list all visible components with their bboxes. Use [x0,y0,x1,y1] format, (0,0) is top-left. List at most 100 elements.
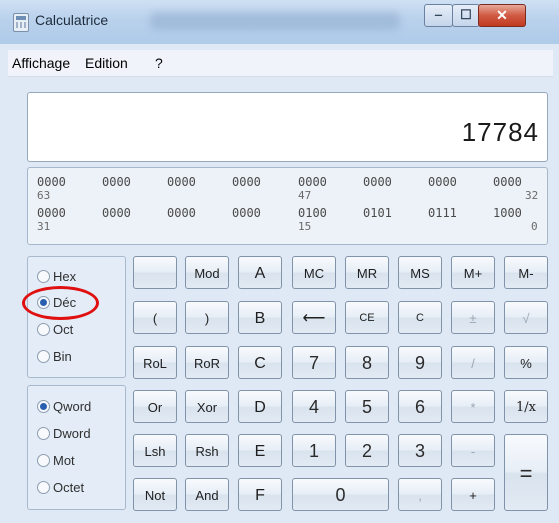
menu-affichage[interactable]: Affichage [12,55,70,71]
bit-group: 0111 [428,206,457,220]
bit-group: 1000 [493,206,522,220]
binary-bit-display: 0000 0000 0000 0000 0000 0000 0000 0000 … [27,167,548,245]
radio-qword[interactable]: Qword [37,398,91,418]
multiply-button[interactable]: * [451,390,495,423]
close-icon: ✕ [496,7,508,23]
title-bar[interactable]: Calculatrice ‒ ☐ ✕ [0,0,559,44]
digit-4-button[interactable]: 4 [292,390,336,423]
bit-group: 0000 [167,175,196,189]
maximize-button[interactable]: ☐ [452,4,480,27]
subtract-button[interactable]: - [451,434,495,467]
display-value: 17784 [461,117,539,147]
bit-group: 0000 [298,175,327,189]
digit-1-button[interactable]: 1 [292,434,336,467]
digit-5-button[interactable]: 5 [345,390,389,423]
xor-button[interactable]: Xor [185,390,229,423]
bit-position-label: 31 [37,220,51,233]
ror-button[interactable]: RoR [185,346,229,379]
open-paren-button[interactable]: ( [133,301,177,334]
ms-button[interactable]: MS [398,256,442,289]
lsh-button[interactable]: Lsh [133,434,177,467]
equals-button[interactable]: = [504,434,548,511]
bit-position-label: 32 [525,189,539,202]
radio-dword[interactable]: Dword [37,425,91,445]
blurred-title-region [150,12,400,30]
bit-position-label: 15 [298,220,312,233]
calculator-app-icon [13,13,29,32]
digit-6-button[interactable]: 6 [398,390,442,423]
and-button[interactable]: And [185,478,229,511]
hex-a-button[interactable]: A [238,256,282,289]
bit-group: 0000 [363,175,392,189]
blank-button[interactable] [133,256,177,289]
add-button[interactable]: + [451,478,495,511]
bit-group: 0000 [102,206,131,220]
rol-button[interactable]: RoL [133,346,177,379]
hex-f-button[interactable]: F [238,478,282,511]
radio-button-icon [37,427,50,441]
window-title: Calculatrice [35,12,109,28]
radio-button-selected-icon [37,400,50,414]
mc-button[interactable]: MC [292,256,336,289]
radio-button-icon [37,481,50,495]
radio-oct[interactable]: Oct [37,321,73,341]
menu-help[interactable]: ? [155,55,163,71]
menu-edition[interactable]: Edition [85,55,128,71]
bit-position-label: 63 [37,189,51,202]
sqrt-button[interactable]: √ [504,301,548,334]
digit-2-button[interactable]: 2 [345,434,389,467]
clear-button[interactable]: C [398,301,442,334]
bit-position-label: 0 [531,220,538,233]
radio-mot[interactable]: Mot [37,452,75,472]
bit-group: 0000 [428,175,457,189]
hex-d-button[interactable]: D [238,390,282,423]
menu-bar: Affichage Edition ? [8,50,553,77]
radio-bin[interactable]: Bin [37,348,72,368]
radio-hex[interactable]: Hex [37,268,76,288]
close-button[interactable]: ✕ [478,4,526,27]
digit-0-button[interactable]: 0 [292,478,389,511]
bit-position-label: 47 [298,189,312,202]
radio-octet[interactable]: Octet [37,479,84,499]
digit-9-button[interactable]: 9 [398,346,442,379]
result-display: 17784 [27,92,548,162]
bit-group: 0100 [298,206,327,220]
bit-group: 0000 [37,206,66,220]
mr-button[interactable]: MR [345,256,389,289]
bit-group: 0000 [493,175,522,189]
digit-8-button[interactable]: 8 [345,346,389,379]
close-paren-button[interactable]: ) [185,301,229,334]
reciprocal-button[interactable]: 1/x [504,390,548,423]
maximize-icon: ☐ [460,7,472,22]
backspace-button[interactable]: ⟵ [292,301,336,334]
m-plus-button[interactable]: M+ [451,256,495,289]
ce-button[interactable]: CE [345,301,389,334]
divide-button[interactable]: / [451,346,495,379]
radio-button-icon [37,454,50,468]
bit-group: 0101 [363,206,392,220]
bit-group: 0000 [232,175,261,189]
mod-button[interactable]: Mod [185,256,229,289]
hex-b-button[interactable]: B [238,301,282,334]
hex-c-button[interactable]: C [238,346,282,379]
radio-button-icon [37,350,50,364]
percent-button[interactable]: % [504,346,548,379]
minimize-icon: ‒ [434,7,443,22]
rsh-button[interactable]: Rsh [185,434,229,467]
plus-minus-button[interactable]: ± [451,301,495,334]
bit-group: 0000 [37,175,66,189]
hex-e-button[interactable]: E [238,434,282,467]
word-size-group: Qword Dword Mot Octet [27,385,126,510]
radio-button-icon [37,270,50,284]
m-minus-button[interactable]: M- [504,256,548,289]
decimal-separator-button[interactable]: , [398,478,442,511]
bit-group: 0000 [102,175,131,189]
or-button[interactable]: Or [133,390,177,423]
minimize-button[interactable]: ‒ [424,4,453,27]
bit-group: 0000 [167,206,196,220]
red-circle-annotation [22,286,99,320]
not-button[interactable]: Not [133,478,177,511]
digit-3-button[interactable]: 3 [398,434,442,467]
digit-7-button[interactable]: 7 [292,346,336,379]
calculator-window: Calculatrice ‒ ☐ ✕ Affichage Edition ? 1… [0,0,559,523]
